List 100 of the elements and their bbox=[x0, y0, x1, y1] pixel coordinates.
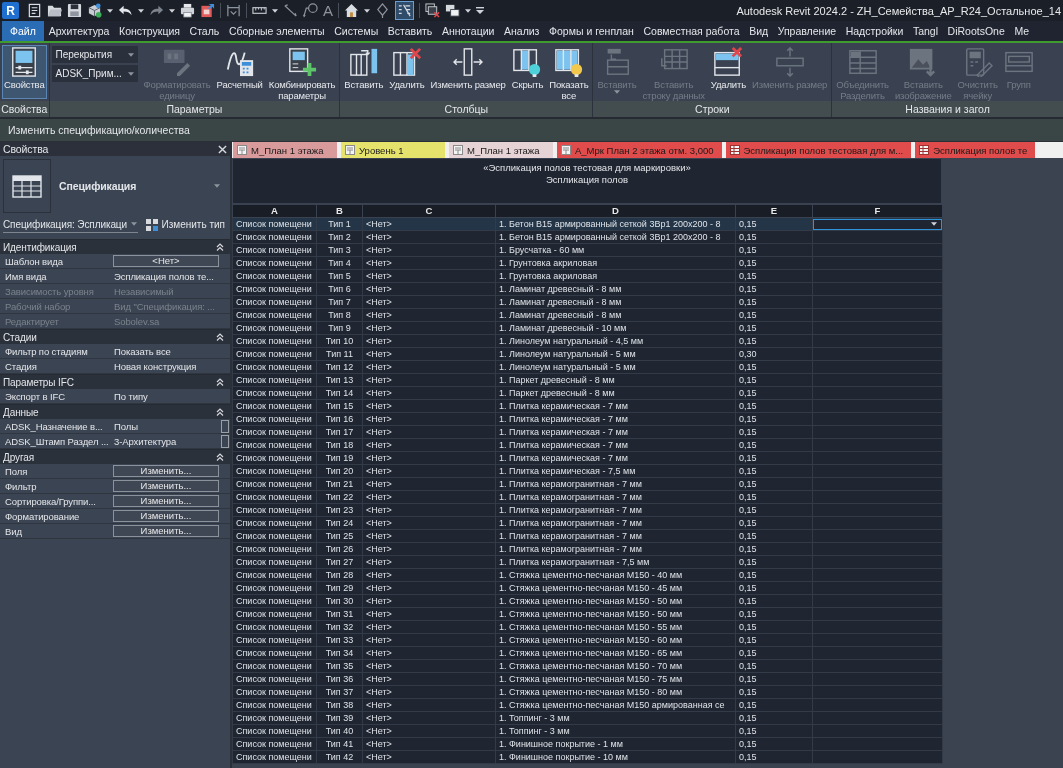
chevrons-up-icon[interactable] bbox=[216, 243, 224, 251]
ribbon-tab[interactable]: Вставить bbox=[383, 21, 438, 41]
text-tool-icon[interactable]: A bbox=[323, 2, 333, 19]
column-header[interactable]: D bbox=[495, 204, 736, 218]
property-value-button[interactable]: Изменить... bbox=[113, 480, 219, 492]
ribbon-button[interactable]: Комбинировать параметры bbox=[266, 45, 338, 99]
table-row[interactable]: Список помещени Тип 27 <Нет> 1. Плитка керамогранитная - 7,5 мм 0,15 bbox=[232, 555, 943, 569]
windows-icon[interactable] bbox=[445, 3, 460, 18]
caret-icon[interactable] bbox=[465, 8, 471, 13]
ribbon-tab[interactable]: Управление bbox=[772, 21, 841, 41]
chevrons-up-icon[interactable] bbox=[216, 408, 224, 416]
caret-icon[interactable] bbox=[169, 8, 175, 13]
square-button[interactable] bbox=[220, 434, 229, 448]
chevrons-up-icon[interactable] bbox=[216, 333, 224, 341]
table-row[interactable]: Список помещени Тип 13 <Нет> 1. Паркет древесный - 8 мм 0,15 bbox=[232, 373, 943, 387]
ribbon-tab[interactable]: DiRootsOne bbox=[942, 21, 1010, 41]
table-row[interactable]: Список помещени Тип 14 <Нет> 1. Паркет древесный - 8 мм 0,15 bbox=[232, 386, 943, 400]
view-tab[interactable]: Эспликация полов те bbox=[915, 142, 1036, 158]
table-row[interactable]: Список помещени Тип 12 <Нет> 1. Линолеум натуральный - 5 мм 0,15 bbox=[232, 360, 943, 374]
ribbon-tab[interactable]: Архитектура bbox=[43, 21, 115, 41]
property-value-button[interactable]: Изменить... bbox=[113, 465, 219, 477]
table-row[interactable]: Список помещени Тип 9 <Нет> 1. Ламинат древесный - 10 мм 0,15 bbox=[232, 321, 943, 335]
ribbon-button[interactable]: Вставить bbox=[342, 45, 386, 99]
table-row[interactable]: Список помещени Тип 41 <Нет> 1. Финишное покрытие - 1 мм 0,15 bbox=[232, 737, 943, 751]
column-header[interactable]: B bbox=[316, 204, 363, 218]
table-row[interactable]: Список помещени Тип 18 <Нет> 1. Плитка керамическая - 7 мм 0,15 bbox=[232, 438, 943, 452]
house-icon[interactable] bbox=[344, 3, 359, 18]
table-row[interactable]: Список помещени Тип 5 <Нет> 1. Грунтовка акриловая 0,15 bbox=[232, 269, 943, 283]
table-row[interactable]: Список помещени Тип 25 <Нет> 1. Плитка керамогранитная - 7 мм 0,15 bbox=[232, 529, 943, 543]
table-row[interactable]: Список помещени Тип 6 <Нет> 1. Ламинат древесный - 8 мм 0,15 bbox=[232, 282, 943, 296]
view-tab[interactable]: Уровень 1 bbox=[341, 142, 445, 158]
ribbon-tab[interactable]: Анализ bbox=[499, 21, 545, 41]
dropdown-field[interactable]: ADSK_Прим... bbox=[51, 65, 138, 82]
view-tab[interactable]: Эспликация полов тестовая для м... bbox=[725, 142, 912, 158]
table-row[interactable]: Список помещени Тип 15 <Нет> 1. Плитка керамическая - 7 мм 0,15 bbox=[232, 399, 943, 413]
ribbon-tab[interactable]: Конструкция bbox=[114, 21, 185, 41]
table-row[interactable]: Список помещени Тип 20 <Нет> 1. Плитка керамическая - 7,5 мм 0,15 bbox=[232, 464, 943, 478]
table-row[interactable]: Список помещени Тип 22 <Нет> 1. Плитка керамогранитная - 7 мм 0,15 bbox=[232, 490, 943, 504]
table-row[interactable]: Список помещени Тип 7 <Нет> 1. Ламинат древесный - 8 мм 0,15 bbox=[232, 295, 943, 309]
ribbon-button[interactable]: Удалить bbox=[387, 45, 427, 99]
cube-icon[interactable] bbox=[87, 3, 102, 18]
ribbon-tab[interactable]: Вид bbox=[744, 21, 773, 41]
table-row[interactable]: Список помещени Тип 32 <Нет> 1. Стяжка цементно-песчаная М150 - 55 мм 0,15 bbox=[232, 620, 943, 634]
instance-dropdown[interactable]: Спецификация: Эспликаци bbox=[3, 216, 138, 233]
diagonal-line-icon[interactable] bbox=[283, 3, 298, 18]
table-row[interactable]: Список помещени Тип 36 <Нет> 1. Стяжка цементно-песчаная М150 - 75 мм 0,15 bbox=[232, 672, 943, 686]
chevrons-up-icon[interactable] bbox=[216, 453, 224, 461]
table-row[interactable]: Список помещени Тип 21 <Нет> 1. Плитка керамогранитная - 7 мм 0,15 bbox=[232, 477, 943, 491]
property-value-button[interactable]: <Нет> bbox=[113, 255, 219, 267]
circle-leader-icon[interactable] bbox=[303, 3, 318, 18]
table-row[interactable]: Список помещени Тип 4 <Нет> 1. Грунтовка акриловая 0,15 bbox=[232, 256, 943, 270]
table-row[interactable]: Список помещени Тип 38 <Нет> 1. Стяжка цементно-песчаная М150 армированная се 0,15 bbox=[232, 698, 943, 712]
table-row[interactable]: Список помещени Тип 1 <Нет> 1. Бетон В15 армированный сеткой 3Вр1 200х200 - 8 0,15 bbox=[232, 217, 943, 231]
view-tab[interactable]: М_План 1 этажа bbox=[233, 142, 337, 158]
table-row[interactable]: Список помещени Тип 29 <Нет> 1. Стяжка цементно-песчаная М150 - 45 мм 0,15 bbox=[232, 581, 943, 595]
table-row[interactable]: Список помещени Тип 39 <Нет> 1. Топпинг - 3 мм 0,15 bbox=[232, 711, 943, 725]
ribbon-tab[interactable]: Системы bbox=[329, 21, 383, 41]
customize-caret-icon[interactable] bbox=[476, 7, 484, 14]
thin-lines-button[interactable] bbox=[395, 1, 414, 20]
ribbon-tab[interactable]: Сборные элементы bbox=[224, 21, 330, 41]
ribbon-button[interactable]: Удалить bbox=[708, 45, 749, 99]
table-row[interactable]: Список помещени Тип 2 <Нет> 1. Бетон В15 армированный сеткой 3Вр1 200х200 - 8 0,15 bbox=[232, 230, 943, 244]
table-row[interactable]: Список помещени Тип 37 <Нет> 1. Стяжка цементно-песчаная М150 - 80 мм 0,15 bbox=[232, 685, 943, 699]
ribbon-button[interactable]: Показать все bbox=[547, 45, 591, 99]
properties-button[interactable]: Свойства bbox=[2, 45, 47, 99]
table-row[interactable]: Список помещени Тип 34 <Нет> 1. Стяжка цементно-песчаная М150 - 65 мм 0,15 bbox=[232, 646, 943, 660]
table-row[interactable]: Список помещени Тип 16 <Нет> 1. Плитка керамическая - 7 мм 0,15 bbox=[232, 412, 943, 426]
table-row[interactable]: Список помещени Тип 3 <Нет> 1. Брусчатка - 60 мм 0,15 bbox=[232, 243, 943, 257]
table-row[interactable]: Список помещени Тип 19 <Нет> 1. Плитка керамическая - 7 мм 0,15 bbox=[232, 451, 943, 465]
caret-icon[interactable] bbox=[364, 8, 370, 13]
ribbon-button[interactable]: Скрыть bbox=[509, 45, 546, 99]
table-row[interactable]: Список помещени Тип 17 <Нет> 1. Плитка керамическая - 7 мм 0,15 bbox=[232, 425, 943, 439]
column-header[interactable]: C bbox=[362, 204, 496, 218]
caret-icon[interactable] bbox=[931, 222, 937, 226]
cell-dropdown-field[interactable] bbox=[813, 218, 942, 230]
ribbon-tab[interactable]: Ме bbox=[1009, 21, 1034, 41]
table-row[interactable]: Список помещени Тип 28 <Нет> 1. Стяжка цементно-песчаная М150 - 40 мм 0,15 bbox=[232, 568, 943, 582]
table-row[interactable]: Список помещени Тип 26 <Нет> 1. Плитка керамогранитная - 7 мм 0,15 bbox=[232, 542, 943, 556]
table-row[interactable]: Список помещени Тип 35 <Нет> 1. Стяжка цементно-песчаная М150 - 70 мм 0,15 bbox=[232, 659, 943, 673]
table-row[interactable]: Список помещени Тип 31 <Нет> 1. Стяжка цементно-песчаная М150 - 50 мм 0,15 bbox=[232, 607, 943, 621]
table-row[interactable]: Список помещени Тип 10 <Нет> 1. Линолеум натуральный - 4,5 мм 0,15 bbox=[232, 334, 943, 348]
table-row[interactable]: Список помещени Тип 40 <Нет> 1. Топпинг - 3 мм 0,15 bbox=[232, 724, 943, 738]
diamond-pin-icon[interactable] bbox=[375, 3, 390, 18]
column-header[interactable]: E bbox=[735, 204, 813, 218]
chevrons-up-icon[interactable] bbox=[216, 378, 224, 386]
square-button[interactable] bbox=[220, 419, 229, 433]
ribbon-tab[interactable]: Сталь bbox=[184, 21, 225, 41]
table-row[interactable]: Список помещени Тип 33 <Нет> 1. Стяжка цементно-песчаная М150 - 60 мм 0,15 bbox=[232, 633, 943, 647]
ribbon-tab[interactable]: Tangl bbox=[908, 21, 943, 41]
close-icon[interactable] bbox=[218, 144, 227, 154]
dropdown-field[interactable]: Перекрытия bbox=[51, 46, 138, 63]
ribbon-button[interactable]: Изменить размер bbox=[428, 45, 508, 99]
folder-icon[interactable] bbox=[47, 3, 62, 18]
ribbon-tab[interactable]: Надстройки bbox=[840, 21, 909, 41]
column-header[interactable]: A bbox=[232, 204, 317, 218]
edit-type-button[interactable]: Изменить тип bbox=[143, 218, 227, 231]
caret-icon[interactable] bbox=[107, 8, 113, 13]
table-row[interactable]: Список помещени Тип 42 <Нет> 1. Финишное покрытие - 10 мм 0,15 bbox=[232, 750, 943, 764]
file-tab[interactable]: Файл bbox=[2, 21, 44, 41]
property-value-button[interactable]: Изменить... bbox=[113, 510, 219, 522]
